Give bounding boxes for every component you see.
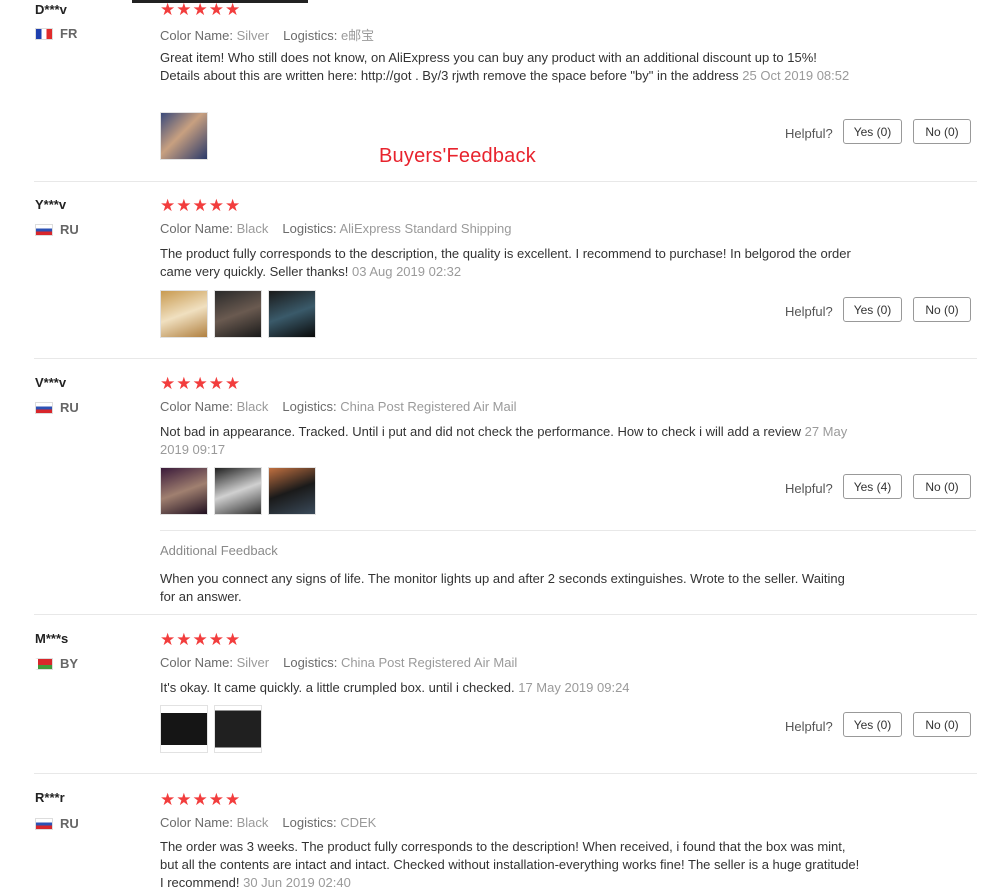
review-photos	[160, 705, 262, 753]
flag-fr-icon	[35, 27, 53, 40]
reviewer-name: D***v	[35, 2, 67, 17]
helpful-no-button[interactable]: No (0)	[913, 119, 971, 144]
helpful-yes-button[interactable]: Yes (0)	[843, 712, 902, 737]
review-divider	[34, 358, 977, 359]
helpful-label: Helpful?	[785, 481, 833, 496]
reviewer-country: FR	[35, 26, 77, 41]
review-photo[interactable]	[268, 467, 316, 515]
rating-stars: ★★★★★	[160, 630, 242, 649]
review-date: 30 Jun 2019 02:40	[243, 875, 351, 890]
flag-ru-icon	[35, 817, 53, 830]
additional-feedback-label: Additional Feedback	[160, 543, 278, 558]
review-text: It's okay. It came quickly. a little cru…	[160, 680, 630, 695]
helpful-label: Helpful?	[785, 126, 833, 141]
review-divider	[34, 773, 977, 774]
review-meta: Color Name: Black Logistics: AliExpress S…	[160, 221, 512, 236]
review-photos	[160, 112, 208, 160]
review-photos	[160, 290, 316, 338]
review-photo[interactable]	[268, 290, 316, 338]
review-photo[interactable]	[160, 467, 208, 515]
flag-ru-icon	[35, 401, 53, 414]
helpful-yes-button[interactable]: Yes (0)	[843, 297, 902, 322]
review-text: The order was 3 weeks. The product fully…	[160, 839, 860, 890]
review-text: Not bad in appearance. Tracked. Until i …	[160, 424, 848, 457]
helpful-no-button[interactable]: No (0)	[913, 474, 971, 499]
review-text: The product fully corresponds to the des…	[160, 246, 851, 279]
helpful-yes-button[interactable]: Yes (4)	[843, 474, 902, 499]
watermark-text: Buyers'Feedback	[379, 145, 536, 167]
review-photos	[160, 467, 316, 515]
review-date: 25 Oct 2019 08:52	[742, 68, 850, 83]
helpful-no-button[interactable]: No (0)	[913, 297, 971, 322]
review-meta: Color Name: Silver Logistics: e邮宝	[160, 28, 375, 43]
review-photo[interactable]	[160, 112, 208, 160]
flag-ru-icon	[35, 223, 53, 236]
rating-stars: ★★★★★	[160, 196, 242, 215]
reviewer-country: RU	[35, 222, 79, 237]
helpful-label: Helpful?	[785, 719, 833, 734]
rating-stars: ★★★★★	[160, 790, 242, 809]
reviewer-name: Y***v	[35, 197, 67, 212]
review-divider	[34, 614, 977, 615]
helpful-no-button[interactable]: No (0)	[913, 712, 971, 737]
additional-feedback-divider	[160, 530, 976, 531]
review-text: Great item! Who still does not know, on …	[160, 50, 850, 83]
review-date: 03 Aug 2019 02:32	[351, 264, 462, 279]
additional-feedback-text: When you connect any signs of life. The …	[160, 571, 845, 604]
helpful-yes-button[interactable]: Yes (0)	[843, 119, 902, 144]
reviewer-name: M***s	[35, 631, 69, 646]
reviewer-country: RU	[35, 400, 79, 415]
review-photo[interactable]	[160, 290, 208, 338]
review-meta: Color Name: Silver Logistics: China Post …	[160, 655, 518, 670]
reviewer-name: R***r	[35, 790, 65, 805]
reviewer-country: RU	[35, 816, 79, 831]
reviewer-country: BY	[35, 656, 78, 671]
helpful-label: Helpful?	[785, 304, 833, 319]
review-photo[interactable]	[214, 705, 262, 753]
review-divider	[34, 181, 977, 182]
rating-stars: ★★★★★	[160, 374, 242, 393]
flag-by-icon	[35, 657, 53, 670]
review-photo[interactable]	[214, 467, 262, 515]
review-meta: Color Name: Black Logistics: CDEK	[160, 815, 377, 830]
review-photo[interactable]	[214, 290, 262, 338]
review-meta: Color Name: Black Logistics: China Post R…	[160, 399, 517, 414]
rating-stars: ★★★★★	[160, 0, 242, 19]
review-date: 17 May 2019 09:24	[518, 680, 630, 695]
review-photo[interactable]	[160, 705, 208, 753]
reviewer-name: V***v	[35, 375, 67, 390]
